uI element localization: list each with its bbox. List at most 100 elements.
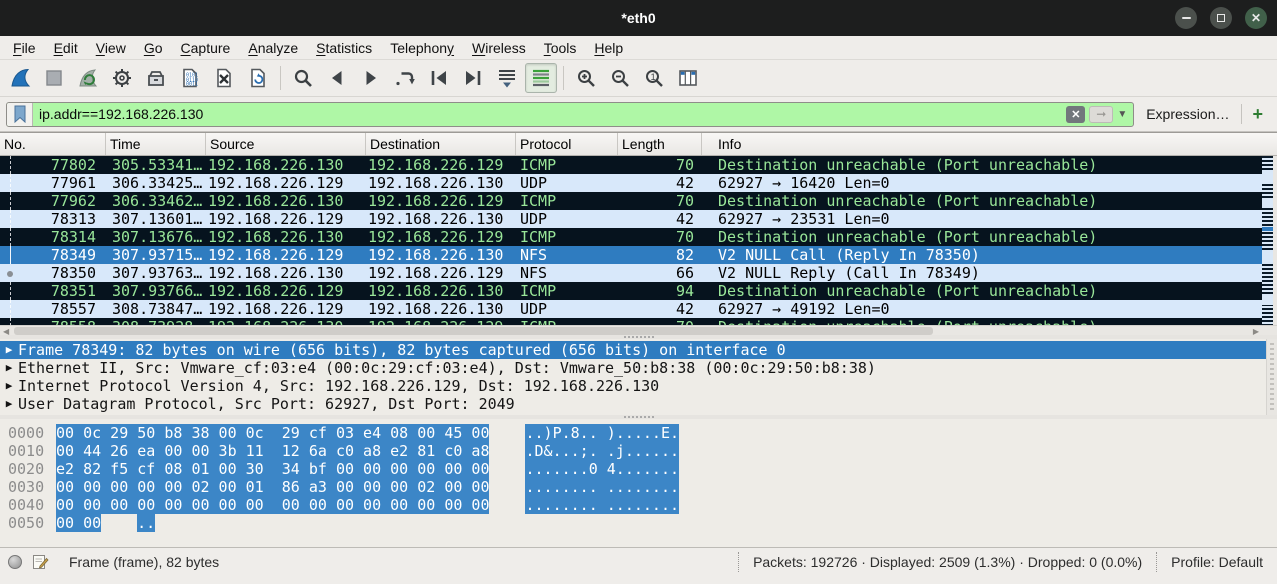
expert-info-button[interactable] [8, 555, 22, 569]
menu-wireless[interactable]: Wireless [463, 40, 535, 56]
menu-telephony[interactable]: Telephony [381, 40, 463, 56]
reload-file-icon[interactable] [242, 63, 274, 93]
packet-row[interactable]: 78313 307.13601… 192.168.226.129 192.168… [0, 210, 1277, 228]
filter-apply-button[interactable]: ➞ [1089, 106, 1113, 123]
svg-text:0011: 0011 [186, 82, 198, 88]
menu-statistics[interactable]: Statistics [307, 40, 381, 56]
display-filter-input[interactable]: ip.addr==192.168.226.130 [33, 103, 1066, 126]
packet-row[interactable]: 77961 306.33425… 192.168.226.129 192.168… [0, 174, 1277, 192]
start-capture-icon[interactable] [4, 63, 36, 93]
packet-row[interactable]: 78557 308.73847… 192.168.226.129 192.168… [0, 300, 1277, 318]
find-packet-icon[interactable] [287, 63, 319, 93]
auto-scroll-icon[interactable] [491, 63, 523, 93]
window-title: *eth0 [0, 0, 1277, 36]
menu-help[interactable]: Help [585, 40, 632, 56]
column-header-destination[interactable]: Destination [366, 133, 516, 155]
open-file-icon[interactable] [140, 63, 172, 93]
zoom-in-icon[interactable] [570, 63, 602, 93]
hex-line[interactable]: 0020e2 82 f5 cf 08 01 00 30 34 bf 00 00 … [0, 460, 1277, 478]
detail-row-ip[interactable]: ▶ Internet Protocol Version 4, Src: 192.… [0, 377, 1277, 395]
wireshark-window: *eth0 ✕ File Edit View Go Capture Analyz… [0, 0, 1277, 584]
filter-bookmark-button[interactable] [7, 103, 33, 126]
menu-file[interactable]: File [4, 40, 45, 56]
restart-capture-icon[interactable] [72, 63, 104, 93]
packet-row[interactable]: 78350 307.93763… 192.168.226.130 192.168… [0, 264, 1277, 282]
save-file-icon[interactable]: 010101100011 [174, 63, 206, 93]
column-header-source[interactable]: Source [206, 133, 366, 155]
first-packet-icon[interactable] [423, 63, 455, 93]
close-button[interactable]: ✕ [1245, 7, 1267, 29]
menu-capture[interactable]: Capture [172, 40, 240, 56]
close-file-icon[interactable] [208, 63, 240, 93]
menu-edit[interactable]: Edit [45, 40, 87, 56]
statusbar: Frame (frame), 82 bytes Packets: 192726 … [0, 547, 1277, 575]
go-forward-icon[interactable] [355, 63, 387, 93]
packet-row[interactable]: 78314 307.13676… 192.168.226.130 192.168… [0, 228, 1277, 246]
colorize-packets-icon[interactable] [525, 63, 557, 93]
column-header-time[interactable]: Time [106, 133, 206, 155]
packet-rows: 77802 305.53341… 192.168.226.130 192.168… [0, 156, 1277, 335]
packet-list-header: No. Time Source Destination Protocol Len… [0, 133, 1277, 156]
column-header-protocol[interactable]: Protocol [516, 133, 618, 155]
go-to-packet-icon[interactable] [389, 63, 421, 93]
packet-row[interactable]: 77962 306.33462… 192.168.226.130 192.168… [0, 192, 1277, 210]
expression-button[interactable]: Expression… [1142, 106, 1233, 122]
status-packet-counts: Packets: 192726 · Displayed: 2509 (1.3%)… [738, 552, 1156, 572]
hex-line[interactable]: 001000 44 26 ea 00 00 3b 11 12 6a c0 a8 … [0, 442, 1277, 460]
column-header-no[interactable]: No. [0, 133, 106, 155]
expand-arrow-icon[interactable]: ▶ [0, 377, 18, 395]
packet-row-selected[interactable]: 78349 307.93715… 192.168.226.129 192.168… [0, 246, 1277, 264]
column-header-info[interactable]: Info [702, 133, 1277, 155]
minimize-icon [1182, 17, 1191, 19]
packet-list-horizontal-scrollbar[interactable]: ◀ ▶ [0, 325, 1277, 335]
packet-row[interactable]: 78351 307.93766… 192.168.226.129 192.168… [0, 282, 1277, 300]
capture-comment-button[interactable] [32, 553, 49, 570]
packet-list-pane: No. Time Source Destination Protocol Len… [0, 132, 1277, 335]
scrollbar-handle[interactable] [14, 327, 933, 335]
capture-options-icon[interactable] [106, 63, 138, 93]
filter-clear-button[interactable]: ✕ [1066, 106, 1085, 123]
expand-arrow-icon[interactable]: ▶ [0, 359, 18, 377]
menu-tools[interactable]: Tools [535, 40, 586, 56]
packet-bytes-pane: 000000 0c 29 50 b8 38 00 0c 29 cf 03 e4 … [0, 419, 1277, 547]
stop-capture-icon[interactable] [38, 63, 70, 93]
hex-line[interactable]: 005000 00.. [0, 514, 1277, 532]
menu-go[interactable]: Go [135, 40, 172, 56]
detail-row-udp[interactable]: ▶ User Datagram Protocol, Src Port: 6292… [0, 395, 1277, 413]
menu-view[interactable]: View [87, 40, 135, 56]
details-vertical-scrollbar[interactable] [1266, 339, 1277, 415]
minimize-button[interactable] [1175, 7, 1197, 29]
comment-pencil-icon [32, 553, 49, 570]
filter-dropdown-caret[interactable]: ▼ [1117, 109, 1127, 120]
toolbar-separator [280, 66, 281, 90]
hex-line[interactable]: 000000 0c 29 50 b8 38 00 0c 29 cf 03 e4 … [0, 424, 1277, 442]
last-packet-icon[interactable] [457, 63, 489, 93]
titlebar[interactable]: *eth0 ✕ [0, 0, 1277, 36]
resize-columns-icon[interactable] [672, 63, 704, 93]
detail-row-ethernet[interactable]: ▶ Ethernet II, Src: Vmware_cf:03:e4 (00:… [0, 359, 1277, 377]
packet-row[interactable]: 77802 305.53341… 192.168.226.130 192.168… [0, 156, 1277, 174]
column-header-length[interactable]: Length [618, 133, 702, 155]
hex-line[interactable]: 004000 00 00 00 00 00 00 00 00 00 00 00 … [0, 496, 1277, 514]
expand-arrow-icon[interactable]: ▶ [0, 341, 18, 359]
display-filter-box: ip.addr==192.168.226.130 ✕ ➞ ▼ [6, 102, 1134, 127]
main-toolbar: 010101100011 [0, 60, 1277, 97]
menubar: File Edit View Go Capture Analyze Statis… [0, 36, 1277, 60]
hex-line[interactable]: 003000 00 00 00 00 02 00 01 86 a3 00 00 … [0, 478, 1277, 496]
packet-list-vertical-scrollbar[interactable] [1262, 156, 1277, 325]
menu-analyze[interactable]: Analyze [239, 40, 307, 56]
scrollbar-selected-marker [1262, 227, 1273, 231]
zoom-out-icon[interactable] [604, 63, 636, 93]
close-icon: ✕ [1251, 12, 1261, 24]
bookmark-icon [13, 105, 27, 123]
zoom-100-icon[interactable]: 1 [638, 63, 670, 93]
status-profile[interactable]: Profile: Default [1156, 552, 1267, 572]
maximize-button[interactable] [1210, 7, 1232, 29]
status-field-info: Frame (frame), 82 bytes [69, 554, 219, 570]
packet-details-pane: ▶ Frame 78349: 82 bytes on wire (656 bit… [0, 339, 1277, 415]
add-filter-button[interactable]: + [1250, 104, 1271, 125]
expand-arrow-icon[interactable]: ▶ [0, 395, 18, 413]
go-back-icon[interactable] [321, 63, 353, 93]
expert-info-icon [8, 555, 22, 569]
detail-row-frame[interactable]: ▶ Frame 78349: 82 bytes on wire (656 bit… [0, 341, 1277, 359]
